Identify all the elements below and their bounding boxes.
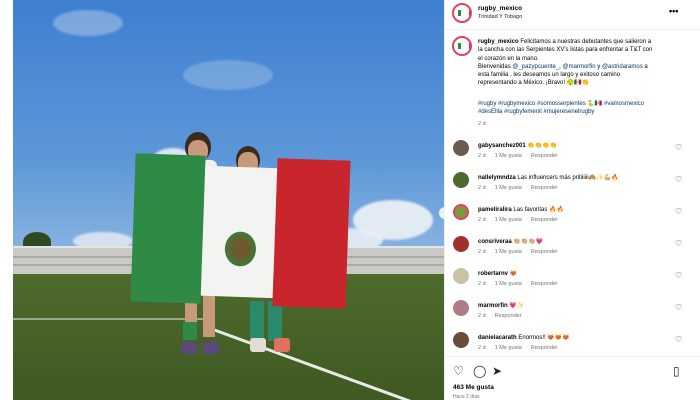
comment-username[interactable]: robertarnv — [478, 271, 508, 277]
reply-button[interactable]: Responder — [531, 249, 558, 255]
comment-likes[interactable]: 1 Me gusta — [495, 249, 522, 255]
comment-item: robertarnv 😻 2 d 1 Me gusta Responder ♡ — [445, 268, 700, 298]
caption-text: Felicitamos a nuestras debutantes que sa… — [520, 39, 652, 45]
backdrop-edge — [0, 0, 13, 400]
post-photo[interactable]: › — [13, 0, 444, 400]
comment-avatar[interactable] — [453, 300, 469, 316]
heart-icon[interactable]: ♡ — [675, 175, 682, 184]
reply-button[interactable]: Responder — [495, 313, 522, 319]
comment-age: 2 d — [478, 153, 486, 159]
caption-text: esta familia , les deseamos un largo y e… — [478, 72, 621, 79]
mention-link[interactable]: @marmorfin — [563, 64, 596, 70]
cloud — [183, 60, 273, 90]
comment-username[interactable]: danielacarath — [478, 335, 517, 341]
bookmark-icon[interactable]: ▯ — [673, 365, 680, 377]
comment-age: 2 d — [478, 281, 486, 287]
reply-button[interactable]: Responder — [531, 281, 558, 287]
action-bar: ♡ ◯ ➤ ▯ 463 Me gusta Hace 2 días — [445, 356, 700, 400]
reply-button[interactable]: Responder — [531, 345, 558, 351]
heart-icon[interactable]: ♡ — [675, 239, 682, 248]
more-options-icon[interactable]: ••• — [669, 6, 678, 16]
caption-text: y — [597, 63, 601, 70]
mexico-flag — [130, 153, 351, 310]
share-icon[interactable]: ➤ — [492, 365, 502, 377]
comment-username[interactable]: nallelymndza — [478, 175, 516, 181]
caption-text: representando a México. ¡Bravo! 🥎🇲🇽👏 — [478, 80, 590, 87]
comment-text: Enormos!! 😻😻😻 — [518, 335, 570, 341]
comment-likes[interactable]: 1 Me gusta — [495, 153, 522, 159]
comment-text: Las influencers más pritiiiiii🙈✨💪🏼🔥 — [517, 175, 619, 181]
comment-item: consriveraa 👏🏼👏🏼👏🏼💗 2 d 1 Me gusta Respond… — [445, 236, 700, 266]
comment-item: nallelymndza Las influencers más pritiii… — [445, 172, 700, 202]
author-username[interactable]: rugby_mexico — [478, 5, 522, 12]
cloud — [53, 10, 123, 36]
heart-icon[interactable]: ♡ — [675, 271, 682, 280]
comment-username[interactable]: marmorfin — [478, 303, 508, 309]
comment-avatar[interactable] — [453, 268, 469, 284]
comment-username[interactable]: gabysanchez001 — [478, 143, 526, 149]
comment-avatar[interactable] — [453, 172, 469, 188]
heart-icon[interactable]: ♡ — [675, 303, 682, 312]
comment-text: 👏🏼👏🏼👏🏼💗 — [513, 239, 544, 245]
hashtag-links[interactable]: #rugby #rugbymexico #somosserpientes 🐍🇲🇽… — [478, 101, 644, 107]
comment-age: 2 d — [478, 185, 486, 191]
like-count[interactable]: 463 Me gusta — [453, 384, 494, 391]
flag-green-stripe — [130, 153, 206, 304]
caption-age: 2 d — [478, 121, 486, 127]
reply-button[interactable]: Responder — [531, 217, 558, 223]
comment-age: 2 d — [478, 249, 486, 255]
comment-text: 💗✨ — [509, 303, 525, 309]
comment-text: 😻 — [509, 271, 518, 277]
comment-username[interactable]: pameliralira — [478, 207, 512, 213]
post-date: Hace 2 días — [453, 394, 480, 400]
author-avatar[interactable] — [452, 3, 472, 23]
comment-avatar[interactable] — [453, 204, 469, 220]
comment-icon[interactable]: ◯ — [473, 365, 486, 377]
comment-username[interactable]: consriveraa — [478, 239, 512, 245]
post-sidebar: rugby_mexico Trinidad Y Tobago ••• rugby… — [444, 0, 700, 400]
comment-age: 2 d — [478, 217, 486, 223]
comment-text: Las favoritas 🔥🔥 — [513, 207, 564, 213]
comment-age: 2 d — [478, 313, 486, 319]
heart-icon[interactable]: ♡ — [675, 207, 682, 216]
reply-button[interactable]: Responder — [531, 153, 558, 159]
heart-icon[interactable]: ♡ — [675, 143, 682, 152]
comment-item: gabysanchez001 👏👏👏👏 2 d 1 Me gusta Respond… — [445, 140, 700, 170]
comment-text: 👏👏👏👏 — [527, 143, 558, 149]
hashtag-links[interactable]: #desEllla #rugbyfemenil #mujeresenelrugb… — [478, 109, 594, 115]
post-dialog: › rugby_mexico Trinidad Y Tobago ••• rug… — [0, 0, 700, 400]
reply-button[interactable]: Responder — [531, 185, 558, 191]
comment-likes[interactable]: 1 Me gusta — [495, 217, 522, 223]
comment-likes[interactable]: 1 Me gusta — [495, 345, 522, 351]
caption-avatar[interactable] — [452, 36, 472, 56]
post-hashtags: #rugby #rugbymexico #somosserpientes 🐍🇲🇽… — [478, 100, 694, 117]
heart-icon[interactable]: ♡ — [675, 335, 682, 344]
comment-age: 2 d — [478, 345, 486, 351]
comment-avatar[interactable] — [453, 332, 469, 348]
post-caption: rugby_mexico Felicitamos a nuestras debu… — [478, 39, 653, 87]
post-location[interactable]: Trinidad Y Tobago — [478, 14, 522, 20]
comment-avatar[interactable] — [453, 236, 469, 252]
caption-text: el corazón en la mano. — [478, 55, 539, 62]
comment-item: pameliralira Las favoritas 🔥🔥 2 d 1 Me gu… — [445, 204, 700, 234]
mention-link[interactable]: @astridaramos — [602, 64, 643, 70]
comment-avatar[interactable] — [453, 140, 469, 156]
comment-item: marmorfin 💗✨ 2 d Responder ♡ — [445, 300, 700, 330]
caption-text: la cancha con las Serpientes XV's listas… — [478, 47, 653, 54]
caption-text: a — [644, 63, 648, 70]
caption-text: Bienvenidas — [478, 63, 511, 70]
post-header: rugby_mexico Trinidad Y Tobago ••• — [445, 0, 700, 30]
caption-username[interactable]: rugby_mexico — [478, 39, 519, 45]
comment-likes[interactable]: 1 Me gusta — [495, 185, 522, 191]
comment-likes[interactable]: 1 Me gusta — [495, 281, 522, 287]
like-heart-icon[interactable]: ♡ — [453, 365, 464, 377]
flag-red-stripe — [272, 158, 351, 309]
mention-link[interactable]: @_pazypcuente_ — [512, 64, 559, 70]
